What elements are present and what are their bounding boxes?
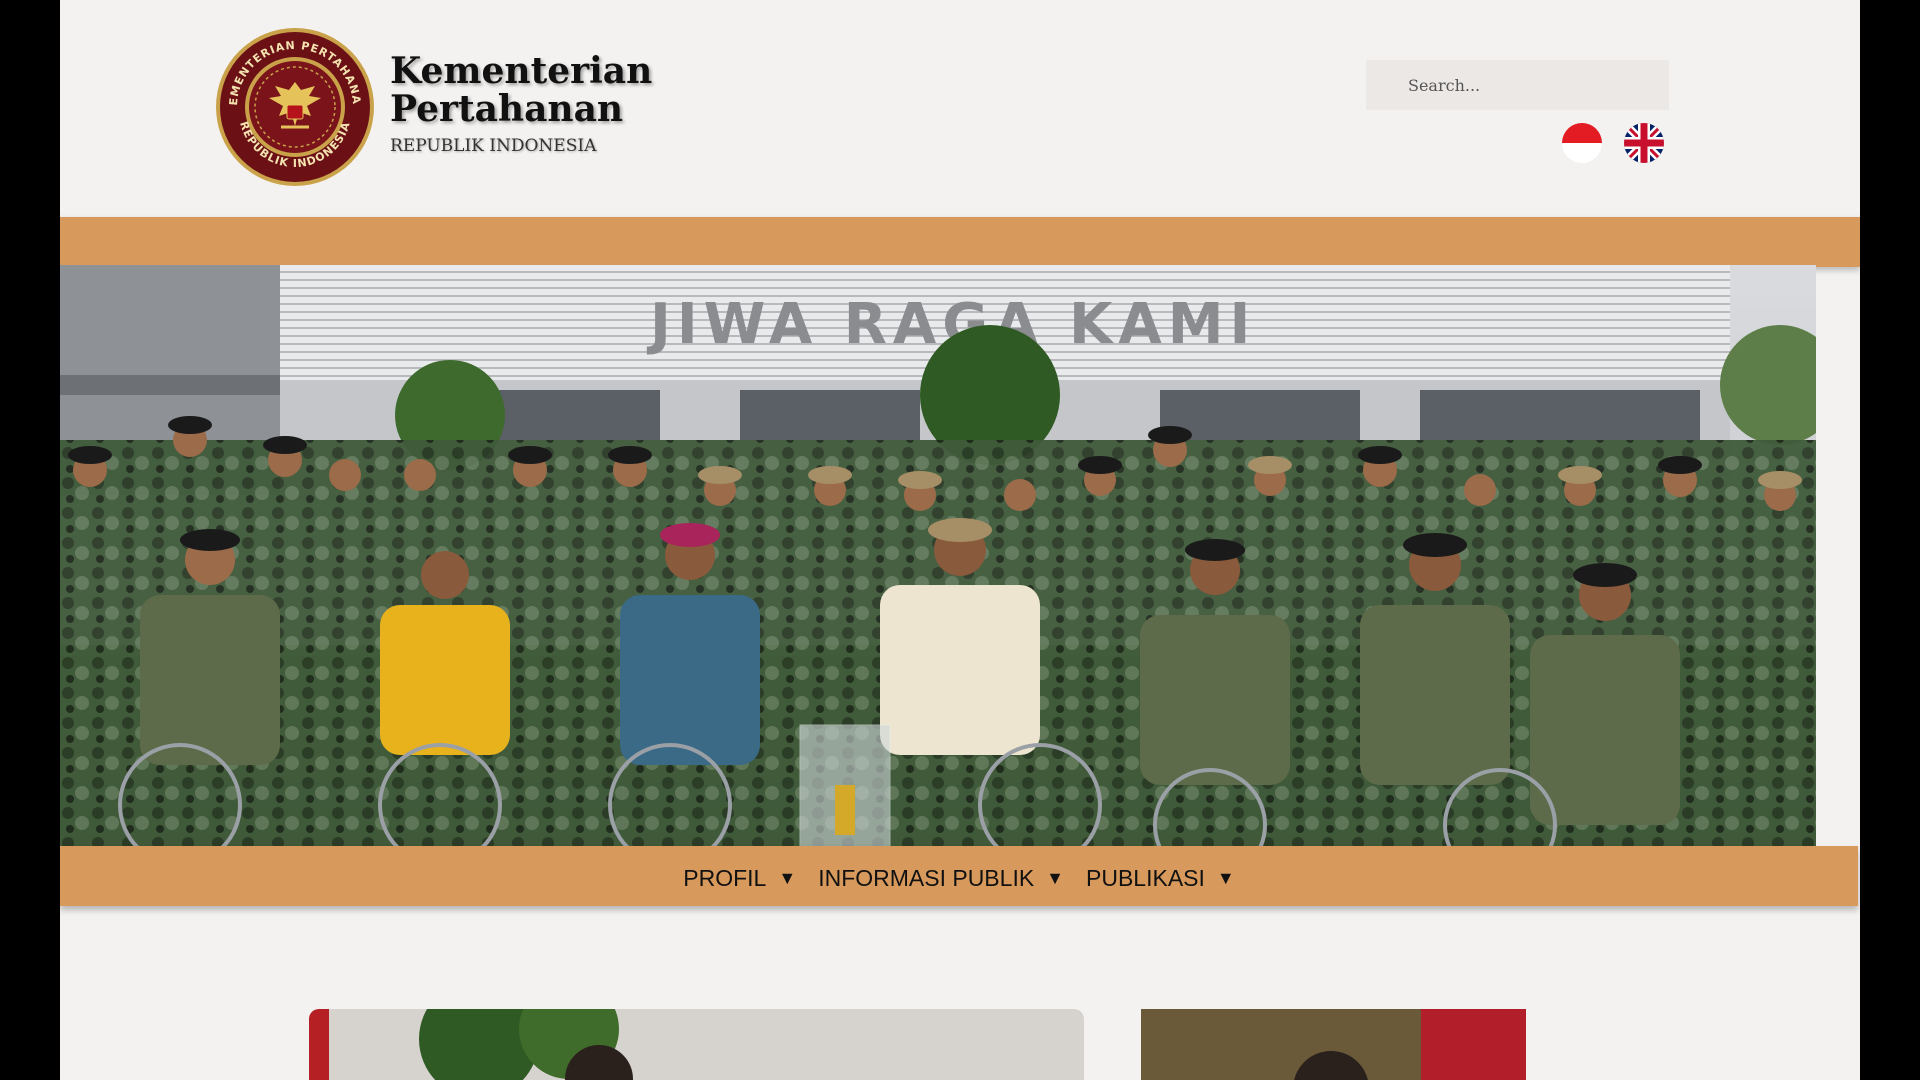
ministry-emblem-icon: KEMENTERIAN PERTAHANAN REPUBLIK INDONESI… <box>215 27 374 186</box>
uk-flag-icon <box>1624 123 1664 163</box>
caret-down-icon: ▼ <box>1046 868 1064 888</box>
brand-title-line1: Kementerian <box>390 50 653 92</box>
main-nav: PROFIL ▼ INFORMASI PUBLIK ▼ PUBLIKASI ▼ <box>60 846 1858 906</box>
nav-item-label: PUBLIKASI <box>1086 864 1205 891</box>
caret-down-icon: ▼ <box>1216 868 1235 888</box>
brand-block: Kementerian Pertahanan REPUBLIK INDONESI… <box>390 52 652 156</box>
language-english-button[interactable] <box>1624 123 1664 163</box>
search-input[interactable]: Search... <box>1366 60 1669 110</box>
nav-item-label: INFORMASI PUBLIK <box>818 864 1035 891</box>
ministry-logo[interactable]: KEMENTERIAN PERTAHANAN REPUBLIK INDONESI… <box>215 27 375 187</box>
leader-card-photo[interactable] <box>1141 1009 1526 1080</box>
language-indonesian-button[interactable] <box>1562 123 1602 163</box>
nav-item-informasi-publik[interactable]: INFORMASI PUBLIK ▼ <box>818 865 1064 892</box>
news-photo-image <box>309 1009 1084 1080</box>
nav-item-label: PROFIL <box>683 864 767 891</box>
nav-item-publikasi[interactable]: PUBLIKASI ▼ <box>1086 865 1235 892</box>
brand-subtitle: REPUBLIK INDONESIA <box>390 136 597 156</box>
hero-banner: JIWA RAGA KAMI <box>60 265 1816 859</box>
caret-down-icon: ▼ <box>778 868 797 888</box>
leader-photo-image <box>1141 1009 1526 1080</box>
news-card-photo[interactable] <box>309 1009 1084 1080</box>
brand-title-line2: Pertahanan <box>390 88 624 130</box>
nav-item-profil[interactable]: PROFIL ▼ <box>683 865 796 892</box>
page: KEMENTERIAN PERTAHANAN REPUBLIK INDONESI… <box>60 0 1860 1080</box>
search-placeholder: Search... <box>1408 75 1481 95</box>
header-band <box>60 217 1860 267</box>
group-photo-image: JIWA RAGA KAMI <box>60 265 1816 859</box>
indonesia-flag-icon <box>1562 123 1602 163</box>
